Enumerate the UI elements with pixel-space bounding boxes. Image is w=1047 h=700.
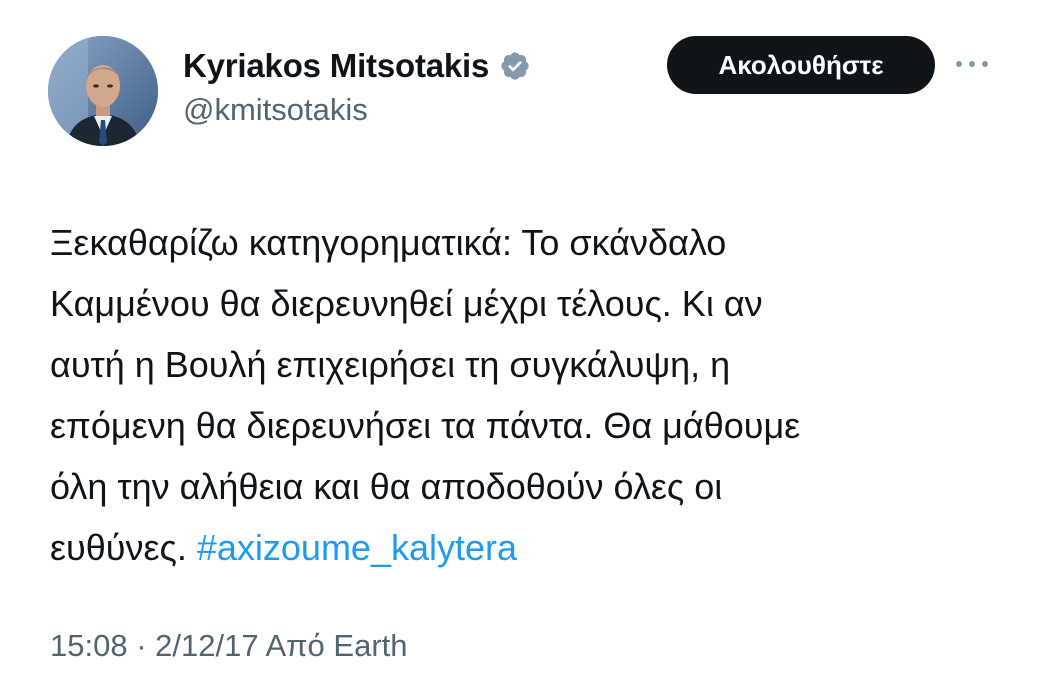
tweet-time[interactable]: 15:08 (50, 628, 128, 663)
verified-badge-icon (499, 50, 531, 82)
profile-photo-icon (48, 36, 158, 146)
tweet-text-line: Καμμένου θα διερευνηθεί μέχρι τέλους. Κι… (50, 283, 763, 324)
tweet-text-last-line: ευθύνες. #axizoume_kalytera (50, 517, 1010, 578)
hashtag-link[interactable]: #axizoume_kalytera (197, 527, 517, 568)
author-handle[interactable]: @kmitsotakis (183, 92, 368, 128)
tweet-body: Ξεκαθαρίζω κατηγορηματικά: Το σκάνδαλο Κ… (50, 212, 1010, 578)
tweet-card: Kyriakos Mitsotakis @kmitsotakis Ακολουθ… (0, 0, 1047, 700)
meta-separator: · (127, 628, 156, 663)
author-name-row: Kyriakos Mitsotakis (183, 44, 531, 88)
tweet-text-line: επόμενη θα διερευνήσει τα πάντα. Θα μάθο… (50, 405, 801, 446)
tweet-source: Από Earth (258, 628, 408, 663)
more-dot (956, 61, 962, 67)
tweet-metadata: 15:08 · 2/12/17 Από Earth (50, 628, 408, 664)
tweet-text-fragment: ευθύνες. (50, 527, 197, 568)
more-dot (969, 61, 975, 67)
author-display-name[interactable]: Kyriakos Mitsotakis (183, 47, 489, 85)
more-dot (982, 61, 988, 67)
tweet-date[interactable]: 2/12/17 (155, 628, 258, 663)
tweet-text-line: όλη την αλήθεια και θα αποδοθούν όλες οι (50, 466, 723, 507)
tweet-text-line: αυτή η Βουλή επιχειρήσει τη συγκάλυψη, η (50, 344, 731, 385)
follow-button[interactable]: Ακολουθήστε (667, 36, 935, 94)
author-avatar[interactable] (48, 36, 158, 146)
ellipsis-icon[interactable] (956, 50, 988, 78)
tweet-text-line: Ξεκαθαρίζω κατηγορηματικά: Το σκάνδαλο (50, 222, 727, 263)
